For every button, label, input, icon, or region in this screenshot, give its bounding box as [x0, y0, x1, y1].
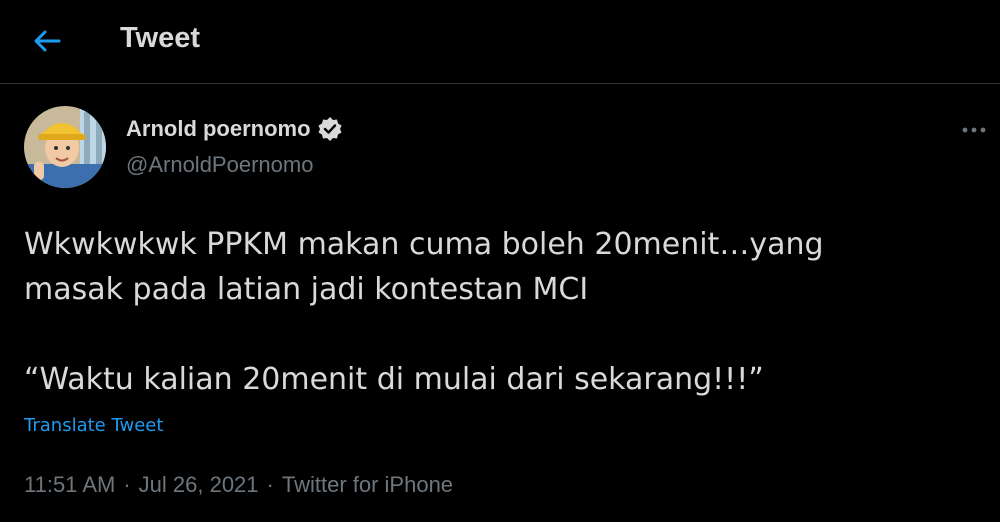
author-handle[interactable]: @ArnoldPoernomo: [126, 152, 313, 178]
tweet-metadata: 11:51 AM · Jul 26, 2021 · Twitter for iP…: [24, 472, 453, 498]
top-bar: Tweet: [0, 0, 1000, 84]
more-options-button[interactable]: [958, 120, 990, 140]
arrow-left-icon: [34, 30, 61, 52]
author-name-row: Arnold poernomo: [126, 116, 343, 142]
meta-separator: ·: [266, 472, 274, 497]
avatar[interactable]: [24, 106, 106, 188]
tweet-time[interactable]: 11:51 AM: [24, 472, 115, 498]
more-horizontal-icon: [962, 127, 986, 133]
translate-tweet-link[interactable]: Translate Tweet: [24, 415, 163, 436]
tweet-source[interactable]: Twitter for iPhone: [282, 472, 453, 498]
author-name[interactable]: Arnold poernomo: [126, 116, 311, 142]
tweet-date[interactable]: Jul 26, 2021: [139, 472, 259, 498]
verified-badge-icon: [317, 116, 343, 142]
tweet-text: Wkwkwkwk PPKM makan cuma boleh 20menit…y…: [24, 227, 824, 397]
back-button[interactable]: [30, 26, 64, 56]
avatar-image: [24, 106, 106, 188]
meta-separator: ·: [123, 472, 131, 497]
page-title: Tweet: [120, 22, 201, 54]
